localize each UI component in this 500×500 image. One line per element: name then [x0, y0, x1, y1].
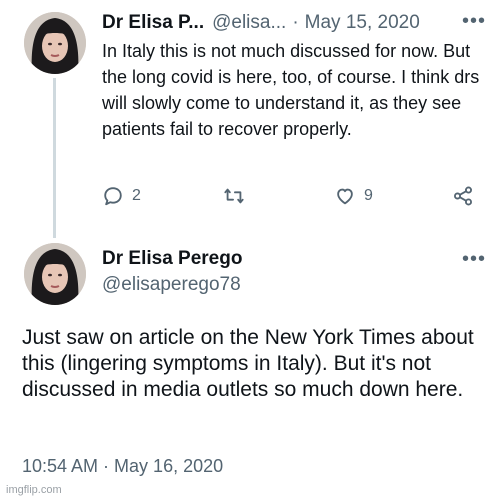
tweet-text: In Italy this is not much discussed for …: [102, 41, 480, 139]
like-button[interactable]: 9: [334, 185, 373, 207]
author-name[interactable]: Dr Elisa Perego: [102, 248, 242, 270]
reply-icon: [104, 187, 122, 206]
watermark: imgflip.com: [6, 484, 62, 496]
share-button[interactable]: [452, 185, 474, 207]
more-options-icon[interactable]: •••: [462, 248, 486, 271]
tweet-date[interactable]: May 15, 2020: [305, 12, 420, 34]
tweet-header: Dr Elisa P... @elisa... · May 15, 2020: [102, 10, 487, 36]
reply-count: 2: [132, 187, 141, 204]
separator-dot: ·: [292, 12, 299, 33]
avatar-image: [24, 12, 86, 74]
like-count: 9: [364, 187, 373, 204]
avatar-image: [24, 243, 86, 305]
tweet-text: Just saw on article on the New York Time…: [22, 326, 474, 401]
more-options-icon[interactable]: •••: [462, 10, 486, 33]
tweet-timestamp[interactable]: 10:54 AM · May 16, 2020: [22, 456, 223, 477]
avatar[interactable]: [24, 12, 86, 74]
author-handle[interactable]: @elisa...: [212, 12, 286, 34]
tweet-actions: 2 9: [102, 185, 482, 213]
avatar[interactable]: [24, 243, 86, 305]
share-icon: [454, 186, 472, 206]
retweet-button[interactable]: [222, 185, 246, 207]
retweet-icon: [224, 188, 244, 204]
author-handle[interactable]: @elisaperego78: [102, 274, 241, 296]
reply-button[interactable]: 2: [102, 185, 141, 207]
heart-icon: [337, 188, 353, 205]
author-name[interactable]: Dr Elisa P...: [102, 12, 204, 34]
thread-connector-line: [53, 78, 56, 238]
